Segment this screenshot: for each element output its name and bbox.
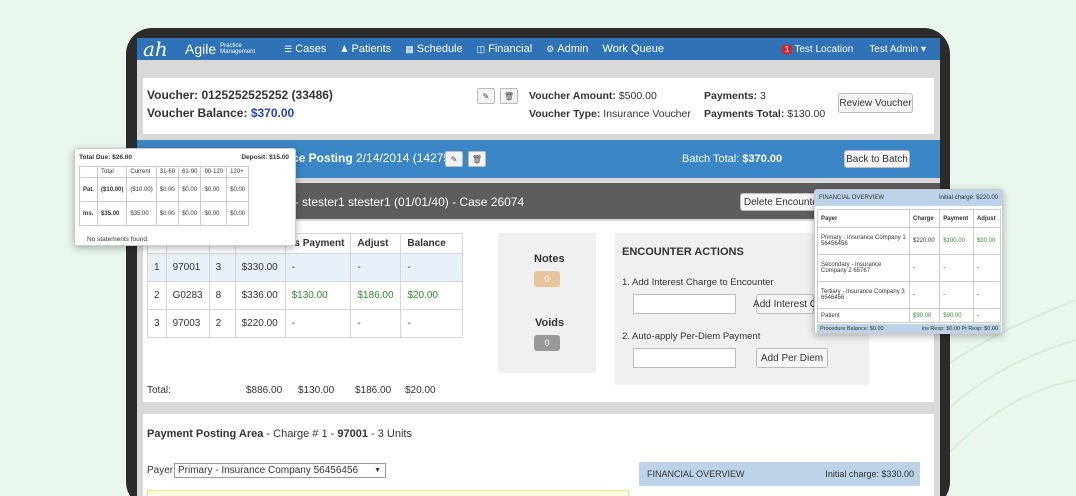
- fin-popup-table: Payer Charge Payment Adjust Primary - Insur…: [817, 209, 1002, 323]
- charges-table: is Payment Adjust Balance 1 97001 3 $330.00…: [147, 233, 464, 338]
- deposit: Deposit: $15.00: [241, 154, 289, 161]
- add-interest-button[interactable]: Add Interest C: [753, 294, 817, 314]
- aging-popup: Total Due: $26.00 Deposit: $15.00 Total C…: [74, 148, 296, 246]
- gears-icon: ⚙: [546, 43, 555, 54]
- chart-icon: ◫: [476, 43, 486, 54]
- edit-batch-button[interactable]: ✎: [445, 151, 463, 167]
- location-badge: 1: [781, 44, 793, 54]
- list-icon: ☰: [284, 43, 293, 54]
- brand-subtitle: Practice Management: [220, 43, 256, 55]
- table-row: Tertiary - Insurance Company 3 6546456- -…: [817, 281, 1002, 309]
- total-adjust: $186.00: [355, 385, 392, 396]
- batch-title: ce Posting 2/14/2014 (14275): [292, 151, 455, 165]
- notice-bar: [147, 490, 629, 496]
- per-diem-input[interactable]: [633, 348, 736, 368]
- no-statements: No statements found.: [87, 236, 149, 243]
- edit-icon: ✎: [482, 91, 490, 101]
- voucher-panel: Voucher: 0125252525252 (33486) Voucher B…: [143, 78, 934, 134]
- table-row: Secondary - Insurance Company 2 65767- - -: [817, 254, 1002, 282]
- notes-voids-box: Notes 0 Voids 0: [498, 233, 596, 373]
- encounter-actions-title: ENCOUNTER ACTIONS: [622, 246, 744, 258]
- location-menu[interactable]: 1 Test Location: [781, 44, 853, 55]
- voucher-payments-total: Payments Total: $130.00: [704, 108, 826, 120]
- delete-batch-button[interactable]: 🗑: [468, 151, 486, 167]
- trash-icon: 🗑: [503, 91, 515, 101]
- table-row: Patient $90.00 $90.00-: [817, 308, 1002, 323]
- aging-table: Total Current 31-60 61-90 90-120 120+ Pat. ($1…: [78, 166, 250, 226]
- nav-admin[interactable]: ⚙ Admin: [546, 43, 588, 55]
- financial-overview-popup: FINANCIAL OVERVIEW Initial charge: $220.0…: [814, 189, 1003, 334]
- interest-charge-input[interactable]: [633, 294, 736, 314]
- nav-patients[interactable]: ♟ Patients: [340, 43, 391, 55]
- payment-posting-area: Payment Posting Area - Charge # 1 - 9700…: [143, 414, 934, 496]
- calendar-icon: ▦: [405, 43, 414, 54]
- user-menu[interactable]: Test Admin ▾: [869, 44, 926, 55]
- payer-select[interactable]: Primary - Insurance Company 56456456 ▼: [174, 463, 386, 478]
- voucher-type: Voucher Type: Insurance Voucher: [529, 108, 691, 120]
- table-row: Pat. ($10.00) ($10.00) $0.00 $0.00 $0.00 $0.00: [78, 177, 250, 202]
- table-row: Primary - Insurance Company 1 56456456 $2…: [817, 227, 1002, 255]
- top-navbar: ah Agile Practice Management ☰ Cases ♟ Pat…: [137, 38, 940, 61]
- brand-name: Agile: [185, 41, 217, 57]
- nav-financial[interactable]: ◫ Financial: [477, 43, 533, 55]
- table-row[interactable]: 1 97001 3 $330.00- - -: [147, 253, 464, 282]
- payer-label: Payer:: [147, 465, 176, 476]
- total-due: Total Due: $26.00: [79, 154, 132, 161]
- voids-count[interactable]: 0: [534, 335, 560, 351]
- encounter-title: 14 - stester1 stester1 (01/01/40) - Case…: [278, 195, 525, 209]
- notes-count[interactable]: 0: [534, 271, 560, 287]
- voucher-balance: Voucher Balance: $370.00: [147, 106, 295, 120]
- per-diem-label: 2. Auto-apply Per-Diem Payment: [622, 331, 761, 342]
- fin-popup-header: FINANCIAL OVERVIEW Initial charge: $220.0…: [815, 190, 1002, 206]
- batch-total: Batch Total: $370.00: [682, 153, 783, 165]
- notes-label: Notes: [534, 253, 565, 265]
- user-icon: ♟: [340, 43, 349, 54]
- edit-voucher-button[interactable]: ✎: [477, 88, 495, 104]
- app-logo[interactable]: ah: [143, 38, 177, 61]
- total-payment: $130.00: [298, 385, 335, 396]
- back-to-batch-button[interactable]: Back to Batch: [844, 150, 910, 168]
- trash-icon: 🗑: [471, 154, 483, 164]
- total-charge: $886.00: [246, 385, 283, 396]
- caret-down-icon: ▼: [374, 467, 381, 474]
- voucher-payments: Payments: 3: [704, 90, 766, 102]
- voucher-amount: Voucher Amount: $500.00: [529, 90, 657, 102]
- table-row: Ins. $35.00 $35.00 $0.00 $0.00 $0.00 $0.00: [78, 201, 250, 226]
- nav-schedule[interactable]: ▦ Schedule: [405, 43, 462, 55]
- payment-posting-title: Payment Posting Area - Charge # 1 - 9700…: [147, 428, 412, 440]
- fin-popup-footer: Procedure Balance: $0.00 Ins Resp: $0.00 …: [817, 324, 1001, 333]
- interest-charge-label: 1. Add Interest Charge to Encounter: [622, 277, 774, 288]
- voucher-title: Voucher: 0125252525252 (33486): [147, 88, 333, 102]
- totals-label: Total:: [147, 385, 171, 396]
- navbar-right: 1 Test Location Test Admin ▾: [781, 38, 926, 60]
- table-row[interactable]: 3 97003 2 $220.00- - -: [147, 309, 464, 338]
- edit-icon: ✎: [450, 154, 458, 164]
- voids-label: Voids: [535, 317, 565, 329]
- table-row[interactable]: 2 G0283 8 $336.00 $130.00 $186.00 $20.00: [147, 281, 464, 310]
- total-balance: $20.00: [405, 385, 436, 396]
- nav-work-queue[interactable]: Work Queue: [602, 43, 664, 55]
- review-voucher-button[interactable]: Review Voucher: [838, 93, 913, 113]
- financial-overview-header: FINANCIAL OVERVIEW Initial charge: $330.…: [639, 462, 920, 486]
- delete-voucher-button[interactable]: 🗑: [500, 88, 518, 104]
- voucher-balance-value: $370.00: [250, 106, 295, 120]
- delete-encounter-button[interactable]: Delete Encounter: [740, 193, 825, 211]
- nav-cases[interactable]: ☰ Cases: [284, 43, 326, 55]
- add-per-diem-button[interactable]: Add Per Diem: [756, 348, 828, 368]
